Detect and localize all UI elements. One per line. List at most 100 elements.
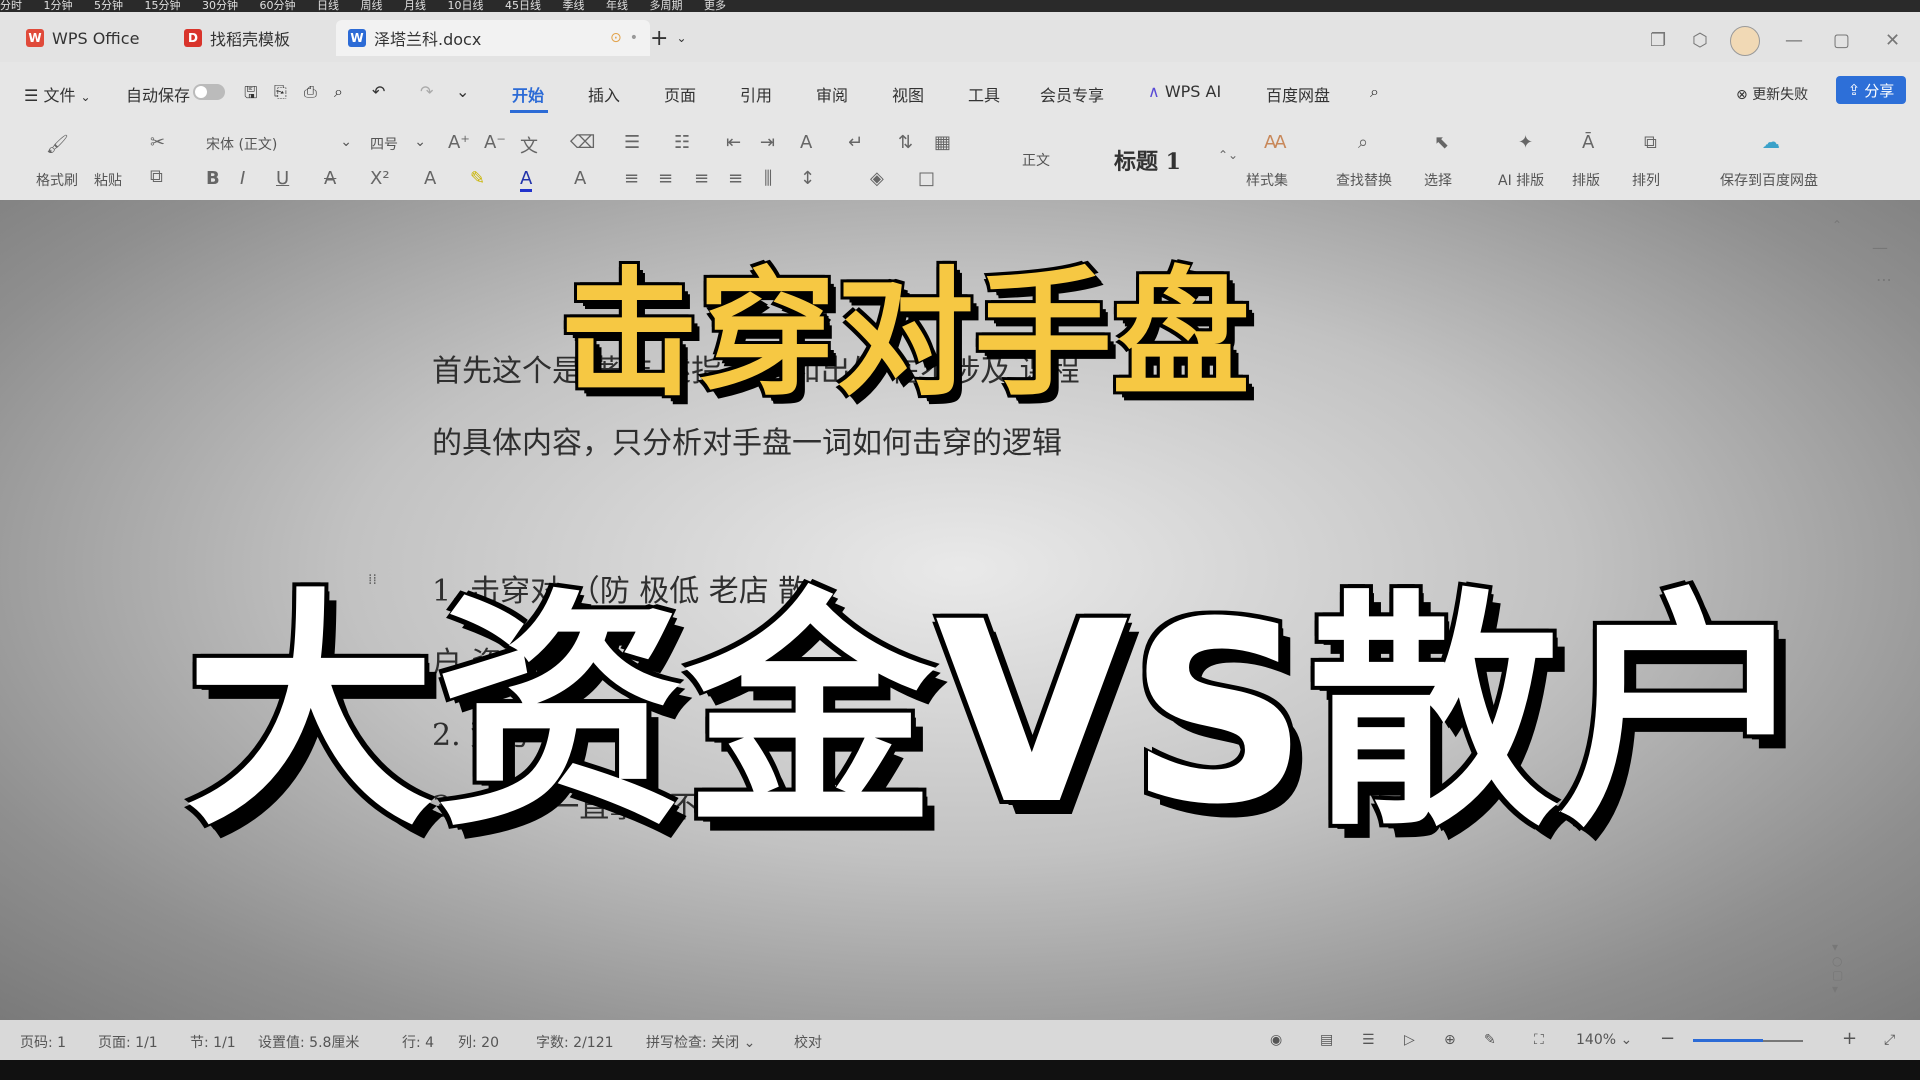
ticker-item[interactable]: 1分钟 — [44, 0, 73, 12]
ticker-item[interactable]: 10日线 — [448, 0, 484, 12]
arrange-icon[interactable]: ⧉ — [1644, 132, 1657, 153]
ticker-item[interactable]: 分时 — [0, 0, 22, 12]
tab-insert[interactable]: 插入 — [588, 82, 620, 106]
bold-icon[interactable]: B — [206, 168, 220, 189]
ticker-item[interactable]: 30分钟 — [202, 0, 238, 12]
ai-layout-button[interactable]: AI 排版 — [1498, 170, 1544, 190]
copy-icon[interactable]: ⧉ — [150, 166, 163, 187]
shading-icon[interactable]: ◈ — [870, 168, 884, 189]
find-replace-icon[interactable]: ⌕ — [1358, 132, 1368, 153]
share-button[interactable]: ⇪ 分享 — [1836, 76, 1906, 104]
web-view-icon[interactable]: ⊕ — [1444, 1032, 1456, 1048]
file-menu[interactable]: ☰ 文件 ⌄ — [24, 82, 91, 106]
autosave-toggle[interactable] — [193, 84, 225, 100]
font-name-select[interactable]: 宋体 (正文) ⌄ — [206, 134, 356, 156]
tab-wps-ai[interactable]: ∧ WPS AI — [1148, 82, 1221, 101]
shrink-font-icon[interactable]: A⁻ — [484, 132, 506, 153]
ticker-item[interactable]: 45日线 — [505, 0, 541, 12]
word-count[interactable]: 字数: 2/121 — [536, 1032, 614, 1052]
style-scroll-icon[interactable]: ⌃⌄ — [1218, 148, 1238, 162]
print-icon[interactable]: ⎙ — [304, 82, 317, 102]
save-to-baidu-button[interactable]: 保存到百度网盘 — [1720, 170, 1818, 190]
cube-icon[interactable]: ⬡ — [1692, 30, 1708, 51]
tab-template[interactable]: D 找稻壳模板 — [172, 20, 302, 56]
avatar[interactable] — [1730, 26, 1760, 56]
align-center-icon[interactable]: ≡ — [658, 168, 673, 189]
format-painter-icon[interactable]: 🖌 — [46, 134, 69, 155]
zoom-in-icon[interactable]: + — [1842, 1028, 1857, 1049]
italic-icon[interactable]: I — [240, 168, 245, 189]
numbered-list-icon[interactable]: ☷ — [674, 132, 690, 153]
layout-icon[interactable]: Ā — [1582, 132, 1594, 153]
tab-wps-office[interactable]: W WPS Office — [14, 20, 151, 56]
tab-document[interactable]: W 泽塔兰科.docx ⊙ • — [336, 20, 650, 56]
select-button[interactable]: 选择 — [1424, 170, 1452, 190]
window-tile-icon[interactable]: ❐ — [1650, 30, 1666, 51]
ticker-item[interactable]: 日线 — [317, 0, 339, 12]
fit-page-icon[interactable]: ⛶ — [1534, 1032, 1544, 1048]
tab-review[interactable]: 审阅 — [816, 82, 848, 106]
print-preview-icon[interactable]: ⌕ — [334, 82, 343, 102]
setting-value[interactable]: 设置值: 5.8厘米 — [258, 1032, 359, 1052]
ticker-item[interactable]: 年线 — [606, 0, 628, 12]
arrange-button[interactable]: 排列 — [1632, 170, 1660, 190]
undo-icon[interactable]: ↶ — [372, 82, 385, 101]
text-direction-icon[interactable]: A — [800, 132, 812, 153]
style-heading-1[interactable]: 标题 1 — [1114, 144, 1181, 176]
cut-icon[interactable]: ✂ — [150, 132, 165, 153]
phonetic-icon[interactable]: 文 — [520, 132, 538, 158]
align-left-icon[interactable]: ≡ — [624, 168, 639, 189]
update-failed-status[interactable]: ⊗ 更新失败 — [1736, 84, 1808, 104]
ticker-item[interactable]: 周线 — [361, 0, 383, 12]
more-icon[interactable]: ⋯ — [1876, 270, 1892, 289]
increase-indent-icon[interactable]: ⇥ — [760, 132, 775, 153]
grow-font-icon[interactable]: A⁺ — [448, 132, 470, 153]
bullet-list-icon[interactable]: ☰ — [624, 132, 640, 153]
page-count[interactable]: 页面: 1/1 — [98, 1032, 158, 1052]
tab-references[interactable]: 引用 — [740, 82, 772, 106]
font-size-select[interactable]: 四号 ⌄ — [370, 134, 426, 156]
play-icon[interactable]: ▷ — [1404, 1032, 1415, 1048]
scroll-up-icon[interactable]: ⌃ — [1832, 218, 1842, 232]
export-icon[interactable]: ⎘ — [274, 82, 287, 102]
fullscreen-icon[interactable]: ⤢ — [1884, 1032, 1895, 1048]
zoom-slider[interactable] — [1693, 1039, 1803, 1042]
ai-layout-icon[interactable]: ✦ — [1518, 132, 1533, 153]
save-icon[interactable]: 🖫 — [244, 82, 258, 109]
justify-icon[interactable]: ≡ — [728, 168, 743, 189]
chevron-down-icon[interactable]: ⌄ — [456, 82, 469, 101]
underline-icon[interactable]: U — [276, 168, 289, 189]
close-window-icon[interactable]: ✕ — [1885, 30, 1900, 51]
tab-baidu-drive[interactable]: 百度网盘 — [1266, 82, 1330, 106]
tab-member[interactable]: 会员专享 — [1040, 82, 1104, 106]
spell-check-toggle[interactable]: 拼写检查: 关闭 ⌄ — [646, 1032, 755, 1052]
outline-view-icon[interactable]: ☰ — [1362, 1032, 1375, 1048]
ticker-item[interactable]: 月线 — [404, 0, 426, 12]
new-tab-button[interactable]: + ⌄ — [638, 20, 699, 56]
line-break-icon[interactable]: ↵ — [848, 132, 863, 153]
eye-protection-icon[interactable]: ◉ — [1270, 1032, 1282, 1048]
zoom-level[interactable]: 140% ⌄ — [1576, 1032, 1632, 1048]
tab-page[interactable]: 页面 — [664, 82, 696, 106]
line-spacing-icon[interactable]: ↕ — [800, 168, 815, 189]
decrease-indent-icon[interactable]: ⇤ — [726, 132, 741, 153]
page-number[interactable]: 页码: 1 — [20, 1032, 66, 1052]
table-border-icon[interactable]: ▦ — [934, 132, 951, 153]
baidu-cloud-icon[interactable]: ☁ — [1762, 132, 1780, 153]
border-icon[interactable]: □ — [918, 168, 935, 189]
proofread-button[interactable]: 校对 — [794, 1032, 822, 1052]
highlight-icon[interactable]: ✎ — [470, 168, 485, 189]
ticker-item[interactable]: 5分钟 — [94, 0, 123, 12]
clear-format-icon[interactable]: ⌫ — [570, 132, 595, 153]
tab-start[interactable]: 开始 — [512, 82, 544, 106]
style-normal[interactable]: 正文 — [1022, 150, 1050, 170]
page-nav-icon[interactable]: ▾ ○ ▢ ▾ — [1832, 940, 1843, 996]
layout-button[interactable]: 排版 — [1572, 170, 1600, 190]
redo-icon[interactable]: ↷ — [420, 82, 433, 101]
ticker-item[interactable]: 15分钟 — [145, 0, 181, 12]
find-replace-button[interactable]: 查找替换 — [1336, 170, 1392, 190]
format-painter-label[interactable]: 格式刷 — [36, 170, 78, 190]
superscript-icon[interactable]: X² — [370, 168, 390, 189]
ticker-item[interactable]: 60分钟 — [260, 0, 296, 12]
sync-status-icon[interactable]: ⊙ — [610, 30, 622, 46]
